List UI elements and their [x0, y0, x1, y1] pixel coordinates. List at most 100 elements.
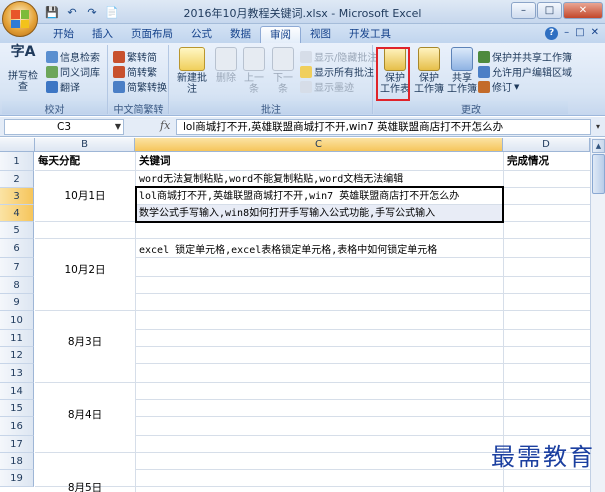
close-button[interactable]: ✕ [563, 2, 603, 19]
comments-group: 新建批注 删除 上一条 下一条 显示/隐藏批注 显示所有批注 显示墨迹 批注 [170, 45, 377, 116]
cell-c4[interactable]: 数学公式手写输入,win8如何打开手写输入公式功能,手写公式输入 [139, 205, 435, 222]
scroll-up-icon[interactable]: ▲ [592, 139, 605, 153]
column-header-c[interactable]: C [135, 138, 503, 152]
column-header-d[interactable]: D [503, 138, 590, 152]
row-header-3[interactable]: 3 [0, 188, 34, 205]
row-header-14[interactable]: 14 [0, 383, 34, 400]
minimize-button[interactable]: – [511, 2, 536, 19]
watermark-text: 最需教育 [491, 443, 595, 471]
convert-label: 简繁转换 [127, 83, 167, 94]
gridline-row-10 [135, 329, 590, 330]
cell-b2[interactable]: 10月1日 [35, 188, 135, 203]
select-all-corner[interactable] [0, 138, 35, 152]
cell-c2[interactable]: word无法复制粘贴,word不能复制粘贴,word文档无法编辑 [139, 171, 403, 188]
translate-icon [46, 80, 58, 93]
title-bar: 💾 ↶ ↷ 📄 2016年10月教程关键词.xlsx - Microsoft E… [0, 0, 605, 24]
gridline-row-15 [135, 416, 590, 417]
new-comment-button[interactable]: 新建批注 [173, 47, 211, 95]
insert-function-icon[interactable]: fx [160, 119, 170, 132]
next-comment-button[interactable]: 下一条 [269, 47, 297, 95]
chevron-down-icon[interactable]: ▼ [115, 120, 121, 134]
simp-trad-icon [113, 65, 125, 78]
expand-formula-bar-icon[interactable]: ▾ [592, 119, 604, 135]
share-workbook-label-2: 工作簿 [447, 84, 477, 95]
track-changes-button[interactable]: 修订 ▼ [478, 79, 519, 94]
trad-simp-icon [113, 50, 125, 63]
gridline-row-7 [135, 276, 590, 277]
show-all-comments-button[interactable]: 显示所有批注 [300, 64, 374, 79]
tab-insert[interactable]: 插入 [83, 26, 122, 43]
gridline-row-9 [35, 310, 590, 311]
tab-view[interactable]: 视图 [301, 26, 340, 43]
translate-button[interactable]: 翻译 [46, 79, 80, 94]
cell-b18[interactable]: 8月5日 [35, 480, 135, 492]
row-header-17[interactable]: 17 [0, 436, 34, 453]
tab-page-layout[interactable]: 页面布局 [122, 26, 182, 43]
delete-comment-label: 删除 [216, 73, 236, 84]
share-workbook-icon [451, 47, 473, 71]
tab-developer[interactable]: 开发工具 [340, 26, 400, 43]
cell-b1[interactable]: 每天分配 [38, 153, 80, 170]
row-header-19[interactable]: 19 [0, 470, 34, 487]
row-header-5[interactable]: 5 [0, 222, 34, 239]
cell-b14[interactable]: 8月4日 [35, 407, 135, 422]
office-button[interactable] [2, 1, 38, 37]
row-header-9[interactable]: 9 [0, 294, 34, 311]
row-header-8[interactable]: 8 [0, 277, 34, 294]
previous-comment-button[interactable]: 上一条 [240, 47, 268, 95]
row-header-11[interactable]: 11 [0, 330, 34, 347]
cell-c1[interactable]: 关键词 [139, 153, 171, 170]
row-header-4[interactable]: 4 [0, 205, 34, 222]
tab-data[interactable]: 数据 [221, 26, 260, 43]
cell-c3[interactable]: lol商城打不开,英雄联盟商城打不开,win7 英雄联盟商店打不开怎么办 [139, 188, 459, 205]
protect-share-workbook-button[interactable]: 保护并共享工作簿 [478, 49, 572, 64]
help-icon[interactable]: ? [545, 27, 559, 40]
row-header-16[interactable]: 16 [0, 417, 34, 436]
tab-home[interactable]: 开始 [44, 26, 83, 43]
thesaurus-button[interactable]: 同义词库 [46, 64, 100, 79]
spell-check-button[interactable]: 字A 拼写检查 [6, 45, 40, 93]
workbook-close-button[interactable]: ✕ [591, 27, 599, 40]
row-header-13[interactable]: 13 [0, 364, 34, 383]
maximize-button[interactable]: □ [537, 2, 562, 19]
column-header-b[interactable]: B [35, 138, 135, 152]
row-header-6[interactable]: 6 [0, 239, 34, 258]
translate-label: 翻译 [60, 83, 80, 94]
traditional-to-simplified-button[interactable]: 繁转简 [113, 49, 157, 64]
formula-input[interactable]: lol商城打不开,英雄联盟商城打不开,win7 英雄联盟商店打不开怎么办 [176, 119, 591, 135]
simp-trad-label: 简转繁 [127, 68, 157, 79]
allow-edit-ranges-button[interactable]: 允许用户编辑区域 [478, 64, 572, 79]
cell-c6[interactable]: excel 锁定单元格,excel表格锁定单元格,表格中如何锁定单元格 [139, 242, 437, 259]
show-hide-comment-label: 显示/隐藏批注 [314, 53, 378, 64]
name-box[interactable]: C3 ▼ [4, 119, 124, 135]
previous-comment-icon [243, 47, 265, 71]
tab-review[interactable]: 审阅 [260, 26, 301, 43]
cell-d1[interactable]: 完成情况 [507, 153, 549, 170]
row-header-12[interactable]: 12 [0, 347, 34, 364]
chinese-convert-button[interactable]: 简繁转换 [113, 79, 167, 94]
trad-simp-label: 繁转简 [127, 53, 157, 64]
tab-formulas[interactable]: 公式 [182, 26, 221, 43]
protect-workbook-button[interactable]: 保护 工作簿 [412, 47, 446, 95]
show-ink-button[interactable]: 显示墨迹 [300, 79, 354, 94]
workbook-minimize-button[interactable]: – [564, 27, 569, 40]
cell-b6[interactable]: 10月2日 [35, 262, 135, 277]
name-box-value: C3 [56, 121, 71, 133]
scroll-thumb[interactable] [592, 154, 605, 194]
research-button[interactable]: 信息检索 [46, 49, 100, 64]
row-header-18[interactable]: 18 [0, 453, 34, 470]
workbook-restore-button[interactable]: □ [575, 27, 584, 40]
share-workbook-button[interactable]: 共享 工作簿 [446, 47, 478, 95]
gridline-row-11 [135, 346, 590, 347]
row-header-7[interactable]: 7 [0, 258, 34, 277]
row-header-15[interactable]: 15 [0, 400, 34, 417]
delete-comment-button[interactable]: 删除 [214, 47, 238, 84]
cell-b10[interactable]: 8月3日 [35, 334, 135, 349]
simplified-to-traditional-button[interactable]: 简转繁 [113, 64, 157, 79]
show-hide-comment-button[interactable]: 显示/隐藏批注 [300, 49, 377, 64]
row-header-10[interactable]: 10 [0, 311, 34, 330]
row-header-2[interactable]: 2 [0, 171, 34, 188]
share-workbook-label-1: 共享 [452, 73, 472, 84]
row-header-1[interactable]: 1 [0, 152, 34, 171]
next-comment-icon [272, 47, 294, 71]
